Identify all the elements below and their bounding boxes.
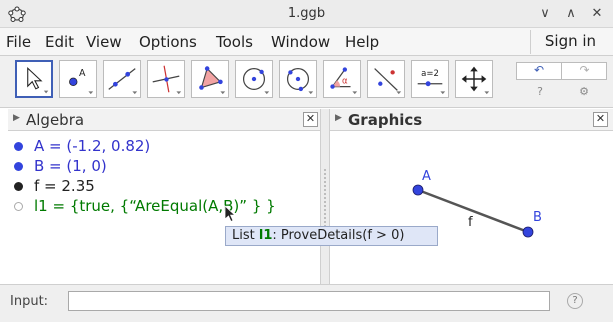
window-title: 1.ggb (287, 6, 326, 21)
tooltip-object-name: l1 (258, 228, 273, 243)
menu-help[interactable]: Help (345, 33, 379, 51)
graphics-collapse-caret-icon[interactable]: ▶ (335, 113, 342, 123)
menu-file[interactable]: File (6, 33, 31, 51)
perpendicular-line-icon (152, 65, 182, 95)
algebra-item-text[interactable]: B = (1, 0) (34, 157, 107, 175)
tooltip-definition: : ProveDetails(f > 0) (272, 228, 405, 243)
undo-button[interactable]: ↶ (517, 63, 562, 79)
circle-center-point-icon (242, 67, 270, 95)
algebra-row-a[interactable]: A = (-1.2, 0.82) (8, 136, 320, 156)
circle-three-points-icon (286, 67, 314, 95)
splitter-grip-icon (324, 169, 326, 229)
move-arrow-icon (27, 67, 49, 94)
toolbar-settings-icon[interactable]: ⚙ (576, 84, 592, 100)
algebra-row-f[interactable]: f = 2.35 (8, 176, 320, 196)
move-graphics-icon (461, 66, 490, 95)
algebra-panel-header: ▶ Algebra ✕ (8, 109, 320, 131)
tool-circle-three-points[interactable] (279, 60, 317, 98)
algebra-close-button[interactable]: ✕ (303, 112, 318, 127)
point-icon: A (69, 68, 94, 95)
graphics-canvas[interactable]: A B f (330, 131, 613, 284)
menu-window[interactable]: Window (271, 33, 330, 51)
mouse-cursor-icon (224, 205, 237, 223)
graphics-panel-header: ▶ Graphics ✕ (330, 109, 613, 131)
input-help-icon[interactable]: ? (567, 293, 583, 309)
svg-text:A: A (79, 68, 86, 79)
visibility-toggle-icon[interactable] (14, 202, 23, 211)
algebra-item-text[interactable]: f = 2.35 (34, 177, 95, 195)
tool-angle[interactable]: α (323, 60, 361, 98)
toolbar: A α a=2 ↶ ↷ ? ⚙ (0, 56, 613, 108)
algebra-row-b[interactable]: B = (1, 0) (8, 156, 320, 176)
svg-text:a=2: a=2 (421, 69, 439, 79)
tool-reflect[interactable] (367, 60, 405, 98)
menu-tools[interactable]: Tools (216, 33, 253, 51)
menu-edit[interactable]: Edit (45, 33, 74, 51)
line-icon (108, 68, 138, 95)
toolbar-help-icon[interactable]: ? (532, 84, 548, 100)
tooltip: List l1: ProveDetails(f > 0) (225, 226, 438, 246)
tool-point[interactable]: A (59, 60, 97, 98)
menu-options[interactable]: Options (139, 33, 197, 51)
algebra-item-text[interactable]: A = (-1.2, 0.82) (34, 137, 150, 155)
point-a[interactable] (412, 184, 424, 196)
point-a-label: A (422, 169, 431, 184)
slider-icon: a=2 (417, 69, 446, 95)
sign-in-button[interactable]: Sign in (530, 30, 610, 54)
angle-icon: α (330, 67, 358, 95)
reflect-icon (374, 68, 402, 95)
segment-f-label: f (468, 215, 473, 230)
graphics-close-button[interactable]: ✕ (593, 112, 608, 127)
algebra-view: A = (-1.2, 0.82) B = (1, 0) f = 2.35 l1 … (8, 131, 320, 284)
visibility-toggle-icon[interactable] (14, 162, 23, 171)
input-label: Input: (10, 294, 49, 309)
tool-perpendicular[interactable] (147, 60, 185, 98)
redo-button[interactable]: ↷ (562, 63, 607, 79)
tool-slider[interactable]: a=2 (411, 60, 449, 98)
tool-move[interactable] (15, 60, 53, 98)
algebra-panel-title: Algebra (26, 111, 85, 129)
algebra-row-l1[interactable]: l1 = {true, {“AreEqual(A,B)” } } (8, 196, 320, 216)
point-b[interactable] (522, 226, 534, 238)
graphics-view[interactable]: A B f (330, 131, 613, 284)
algebra-collapse-caret-icon[interactable]: ▶ (13, 113, 20, 123)
panel-splitter[interactable] (320, 109, 330, 284)
close-window-button[interactable]: ✕ (587, 4, 607, 24)
input-field[interactable] (68, 291, 550, 311)
tooltip-prefix: List (232, 228, 259, 243)
input-bar: Input: ? (0, 284, 613, 322)
minimize-button[interactable]: ∨ (535, 4, 555, 24)
graphics-panel-title: Graphics (348, 111, 423, 129)
tool-polygon[interactable] (191, 60, 229, 98)
polygon-icon (199, 66, 226, 95)
visibility-toggle-icon[interactable] (14, 182, 23, 191)
undo-redo-group: ↶ ↷ (516, 62, 607, 80)
title-bar: 1.ggb ∨ ∧ ✕ (0, 0, 613, 28)
visibility-toggle-icon[interactable] (14, 142, 23, 151)
algebra-item-text[interactable]: l1 = {true, {“AreEqual(A,B)” } } (34, 197, 276, 215)
tool-move-graphics[interactable] (455, 60, 493, 98)
tool-line[interactable] (103, 60, 141, 98)
tool-circle-center[interactable] (235, 60, 273, 98)
menu-bar: File Edit View Options Tools Window Help… (0, 28, 613, 56)
maximize-button[interactable]: ∧ (561, 4, 581, 24)
point-b-label: B (533, 210, 542, 225)
menu-view[interactable]: View (86, 33, 122, 51)
svg-text:α: α (342, 77, 348, 87)
